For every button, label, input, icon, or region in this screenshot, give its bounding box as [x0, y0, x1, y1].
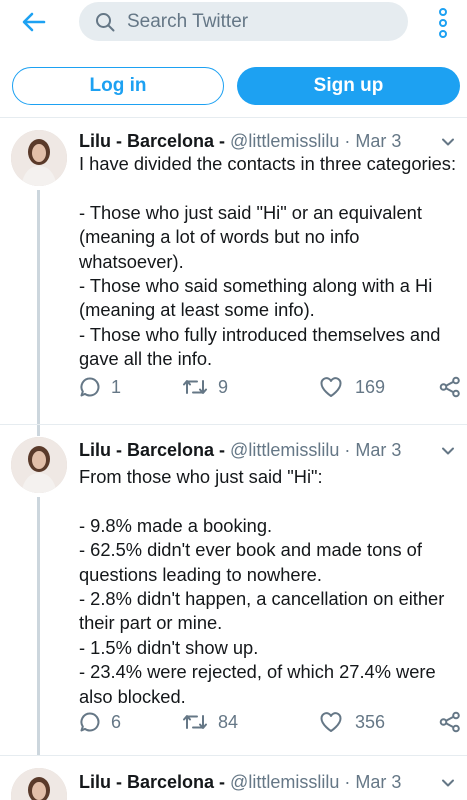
reply-icon	[80, 712, 100, 732]
like-count: 356	[355, 711, 386, 732]
separator-dot: ·	[344, 772, 351, 792]
login-button[interactable]: Log in	[12, 67, 224, 105]
avatar-image	[11, 130, 67, 186]
avatar[interactable]	[11, 130, 67, 186]
heart-icon	[320, 377, 342, 397]
tweet[interactable]: Lilu - Barcelona - @littlemisslilu · Mar…	[0, 425, 467, 755]
like-button[interactable]: 356	[319, 711, 385, 733]
retweet-icon	[183, 380, 207, 394]
tweet[interactable]: Lilu - Barcelona - @littlemisslilu · Mar…	[0, 756, 467, 800]
retweet-button[interactable]: 84	[182, 711, 238, 733]
retweet-icon	[183, 715, 207, 729]
author-handle[interactable]: @littlemisslilu	[230, 440, 339, 460]
search-bar[interactable]	[79, 2, 408, 41]
reply-count: 1	[111, 376, 122, 397]
separator-dot: ·	[344, 131, 351, 151]
like-button[interactable]: 169	[319, 376, 385, 398]
thread-line	[37, 497, 40, 755]
tweet-actions: 1 9 169	[79, 376, 461, 400]
tweet-date[interactable]: Mar 3	[355, 440, 401, 460]
share-button[interactable]	[439, 711, 461, 733]
author-name[interactable]: Lilu - Barcelona -	[79, 131, 225, 151]
tweet-date[interactable]: Mar 3	[355, 131, 401, 151]
search-input[interactable]	[127, 10, 397, 33]
author-name[interactable]: Lilu - Barcelona -	[79, 440, 225, 460]
tweet-header: Lilu - Barcelona - @littlemisslilu · Mar…	[79, 771, 401, 793]
heart-icon	[320, 712, 342, 732]
more-vertical-icon-dot	[439, 19, 447, 27]
chevron-down-icon[interactable]	[441, 444, 455, 458]
tweet-date[interactable]: Mar 3	[355, 772, 401, 792]
reply-icon	[80, 377, 100, 397]
back-button[interactable]	[14, 6, 54, 38]
tweet-text: I have divided the contacts in three cat…	[79, 153, 457, 370]
tweet-actions: 6 84 356	[79, 711, 461, 735]
avatar[interactable]	[11, 437, 67, 493]
avatar-image	[11, 437, 67, 493]
more-options-button[interactable]	[433, 8, 453, 38]
signup-button[interactable]: Sign up	[237, 67, 460, 105]
author-name[interactable]: Lilu - Barcelona -	[79, 772, 225, 792]
share-icon	[439, 376, 460, 398]
reply-count: 6	[111, 711, 122, 732]
avatar[interactable]	[11, 768, 67, 800]
retweet-count: 84	[218, 711, 239, 732]
tweet-text: From those who just said "Hi": - 9.8% ma…	[79, 466, 445, 707]
separator-dot: ·	[344, 440, 351, 460]
share-icon	[439, 711, 460, 733]
reply-button[interactable]: 6	[79, 711, 121, 733]
thread-line	[37, 190, 40, 436]
retweet-count: 9	[218, 376, 229, 397]
share-button[interactable]	[439, 376, 461, 398]
tweet-header: Lilu - Barcelona - @littlemisslilu · Mar…	[79, 439, 401, 461]
author-handle[interactable]: @littlemisslilu	[230, 772, 339, 792]
tweet-header: Lilu - Barcelona - @littlemisslilu · Mar…	[79, 130, 401, 152]
chevron-down-icon[interactable]	[441, 135, 455, 149]
search-icon	[96, 12, 115, 31]
arrow-left-icon	[22, 12, 46, 32]
more-vertical-icon-dot	[439, 30, 447, 38]
author-handle[interactable]: @littlemisslilu	[230, 131, 339, 151]
tweet[interactable]: Lilu - Barcelona - @littlemisslilu · Mar…	[0, 118, 467, 436]
avatar-image	[11, 768, 67, 800]
more-vertical-icon	[439, 8, 447, 16]
top-bar: Log in Sign up	[0, 0, 467, 118]
chevron-down-icon[interactable]	[441, 776, 455, 790]
like-count: 169	[355, 376, 386, 397]
reply-button[interactable]: 1	[79, 376, 121, 398]
retweet-button[interactable]: 9	[182, 376, 228, 398]
